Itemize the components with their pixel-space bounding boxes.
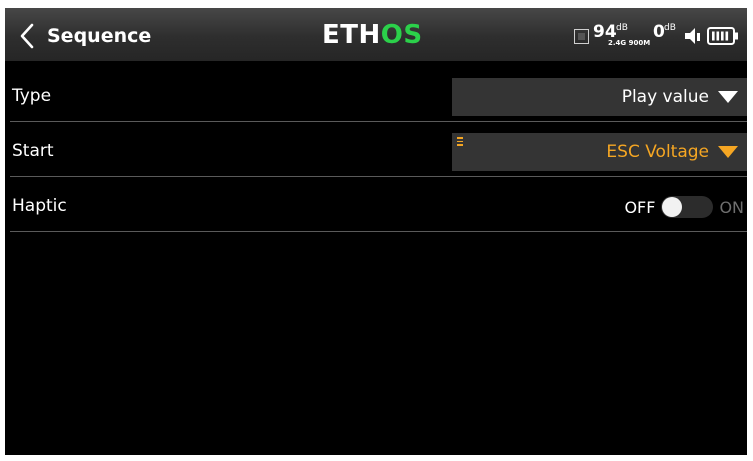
start-label: Start [12, 141, 54, 161]
header-bar: Sequence ETHOS 94 dB 2.4G 900M 0 dB [5, 8, 747, 61]
haptic-toggle-group: OFF ON [624, 192, 744, 222]
battery-icon[interactable] [707, 26, 739, 46]
rssi-unit: dB [616, 23, 628, 33]
toggle-knob [662, 197, 683, 217]
back-button[interactable]: Sequence [17, 16, 185, 56]
haptic-toggle[interactable] [661, 196, 714, 218]
start-dropdown[interactable]: ESC Voltage [452, 133, 747, 171]
rssi-readout[interactable]: 94 dB 2.4G 900M [593, 22, 651, 50]
dropdown-arrow-icon [718, 146, 738, 158]
toggle-on-label: ON [719, 197, 744, 217]
row-type: Type Play value [10, 72, 747, 122]
row-haptic: Haptic OFF ON [10, 182, 747, 232]
ethos-logo: ETHOS [322, 20, 423, 50]
volume-unit: dB [664, 23, 676, 33]
module-icon [574, 28, 589, 44]
chevron-left-icon [20, 23, 34, 49]
logo-accent-text: OS [380, 20, 423, 50]
menu-lines-icon [457, 137, 463, 148]
status-area: 94 dB 2.4G 900M 0 dB [574, 21, 739, 51]
speaker-icon[interactable] [683, 24, 703, 48]
rssi-bands: 2.4G 900M [608, 39, 651, 47]
dropdown-arrow-icon [718, 91, 738, 103]
start-value: ESC Voltage [606, 142, 709, 162]
logo-main-text: ETH [322, 20, 381, 50]
volume-readout[interactable]: 0 dB [653, 22, 679, 50]
type-value: Play value [621, 87, 709, 107]
type-dropdown[interactable]: Play value [452, 78, 747, 116]
screen: Sequence ETHOS 94 dB 2.4G 900M 0 dB Type… [5, 8, 747, 455]
toggle-off-label: OFF [624, 197, 656, 217]
page-title: Sequence [47, 25, 152, 47]
row-start: Start ESC Voltage [10, 127, 747, 177]
haptic-label: Haptic [12, 196, 67, 216]
type-label: Type [12, 86, 52, 106]
